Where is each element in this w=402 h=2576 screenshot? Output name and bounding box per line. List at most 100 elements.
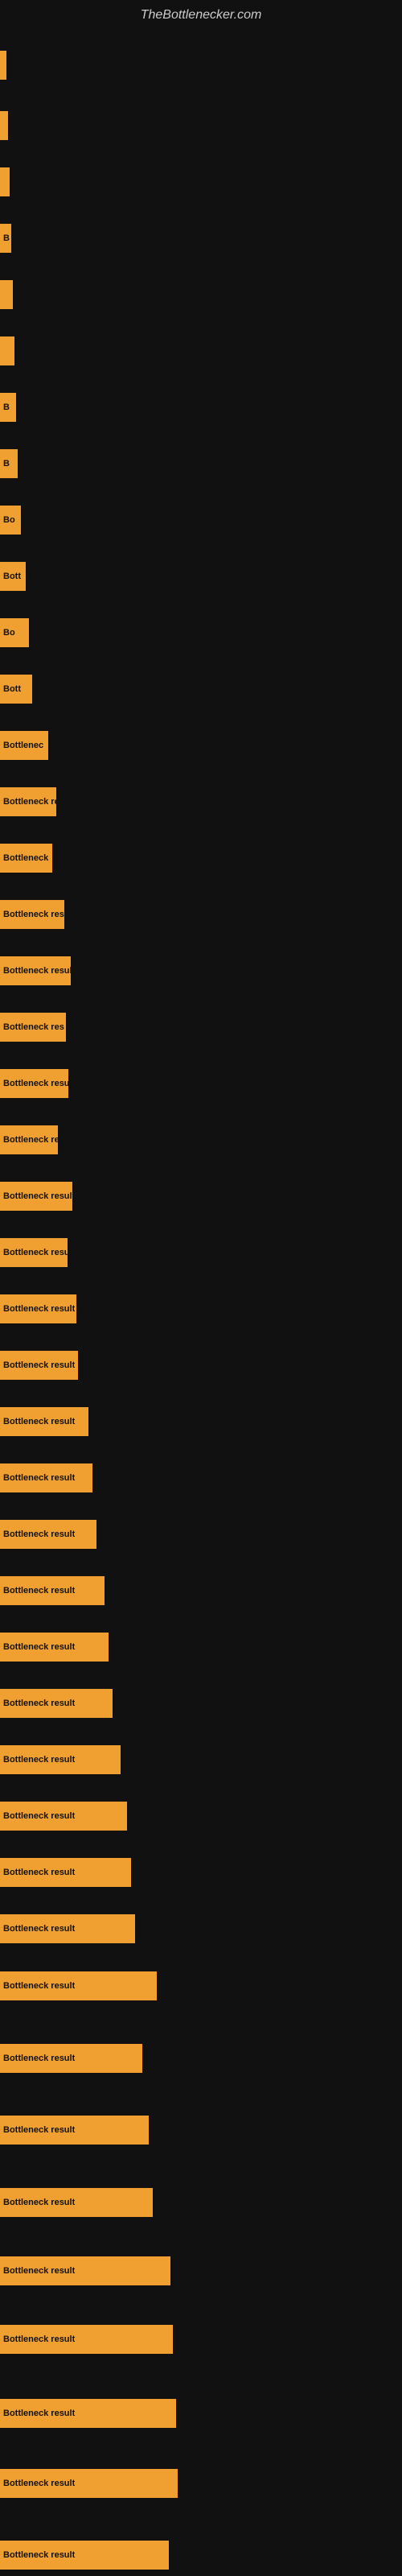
bar-item: Bottleneck result [0,1401,88,1443]
bar-fill: Bott [0,562,26,591]
bar-fill: Bottleneck resul [0,1069,68,1098]
bar-label: Bottleneck result [3,1191,72,1201]
bar-label: B [3,459,10,469]
bar-item: Bottleneck res [0,894,64,935]
bar-fill: Bottleneck [0,844,52,873]
bar-item [0,105,8,147]
bar-fill: Bottlenec [0,731,48,760]
bar-label: Bottleneck resu [3,1248,68,1257]
bar-label: Bottleneck result [3,1530,75,1539]
bar-item: Bott [0,668,32,710]
bar-item: Bottleneck result [0,1739,121,1781]
bar-fill: Bottleneck result [0,1182,72,1211]
bar-item: Bottleneck result [0,1513,96,1555]
bar-item: B [0,386,16,428]
bar-fill [0,280,13,309]
bar-item: Bottleneck res [0,1006,66,1048]
bar-item: Bo [0,499,21,541]
bar-item: Bottleneck result [0,2250,170,2292]
bar-fill [0,167,10,196]
bar-fill: Bottleneck result [0,1745,121,1774]
bar-label: Bottleneck result [3,1981,75,1991]
bar-fill: Bottleneck result [0,1971,157,2000]
bar-fill: Bottleneck result [0,2044,142,2073]
bar-item: Bottleneck re [0,1119,58,1161]
bar-fill: Bottleneck resu [0,1238,68,1267]
bar-label: Bottleneck result [3,1811,75,1821]
bar-item [0,330,14,372]
bar-label: Bottleneck result [3,1360,75,1370]
bar-label: Bottleneck res [3,910,64,919]
bar-item: Bottleneck result [0,2109,149,2151]
bar-item: Bottleneck result [0,2462,178,2504]
bar-label: Bottleneck result [3,2198,75,2207]
bar-label: B [3,402,10,412]
bar-item: Bottleneck resu [0,1232,68,1274]
bar-fill: Bottleneck result [0,1633,109,1662]
bar-label: Bo [3,628,15,638]
bar-item: Bottleneck result [0,1570,105,1612]
bar-item: Bottleneck result [0,2392,176,2434]
bar-label: Bottleneck result [3,2266,75,2276]
bar-fill: Bottleneck result [0,2541,169,2570]
bar-label: Bottleneck result [3,1699,75,1708]
bar-item: Bottleneck re [0,781,56,823]
bar-label: Bott [3,684,21,694]
bar-item: Bottleneck result [0,1908,135,1950]
bar-label: Bottleneck result [3,1586,75,1596]
bar-label: Bottleneck result [3,1473,75,1483]
bar-item: Bottleneck result [0,950,71,992]
bar-fill: Bottleneck result [0,1689,113,1718]
bar-item: Bottleneck result [0,1288,76,1330]
bar-item: Bottleneck result [0,1965,157,2007]
bar-item: Bottleneck result [0,1626,109,1668]
bar-label: Bottleneck result [3,1642,75,1652]
bar-label: Bottleneck result [3,1868,75,1877]
bar-label: Bottleneck re [3,1135,58,1145]
bar-item [0,44,6,86]
bar-fill: B [0,224,11,253]
bar-fill: Bottleneck result [0,1858,131,1887]
bar-fill: Bottleneck result [0,2469,178,2498]
bar-label: Bo [3,515,15,525]
bar-label: Bottleneck result [3,2550,75,2560]
bar-item: Bottleneck result [0,2182,153,2223]
bar-item: Bottleneck result [0,2037,142,2079]
bar-fill: Bottleneck result [0,1914,135,1943]
chart-container: TheBottlenecker.com BBBBoBottBoBottBottl… [0,0,402,2576]
bar-item: B [0,217,11,259]
bar-label: Bottleneck re [3,797,56,807]
bar-label: Bottleneck result [3,1304,75,1314]
bar-label: Bottleneck result [3,1417,75,1426]
bar-fill: Bottleneck result [0,1576,105,1605]
bar-fill: Bottleneck res [0,900,64,929]
bar-item [0,274,13,316]
bar-fill: Bottleneck result [0,2325,173,2354]
bar-label: B [3,233,10,243]
bar-fill: Bottleneck result [0,1463,92,1492]
bar-fill: Bottleneck res [0,1013,66,1042]
bar-fill: B [0,393,16,422]
bar-item: Bottleneck [0,837,52,879]
bar-item: Bottleneck resul [0,1063,68,1104]
bar-item: Bo [0,612,29,654]
bar-fill [0,51,6,80]
bar-item: Bottleneck result [0,1457,92,1499]
bar-item: Bottleneck result [0,1795,127,1837]
bar-fill: Bottleneck result [0,1294,76,1323]
bar-label: Bottleneck result [3,966,71,976]
bar-item: B [0,443,18,485]
bar-label: Bottleneck res [3,1022,64,1032]
bar-fill: Bottleneck result [0,1520,96,1549]
bar-fill: Bott [0,675,32,704]
bar-fill: Bottleneck result [0,1802,127,1831]
bar-fill: Bo [0,618,29,647]
bar-label: Bottleneck result [3,2334,75,2344]
bar-fill: Bottleneck result [0,2399,176,2428]
bar-fill: Bottleneck result [0,2256,170,2285]
bar-item: Bottlenec [0,724,48,766]
bar-label: Bottleneck result [3,1924,75,1934]
bar-item: Bottleneck result [0,1682,113,1724]
bar-label: Bottleneck result [3,2054,75,2063]
bar-label: Bottleneck result [3,2409,75,2418]
